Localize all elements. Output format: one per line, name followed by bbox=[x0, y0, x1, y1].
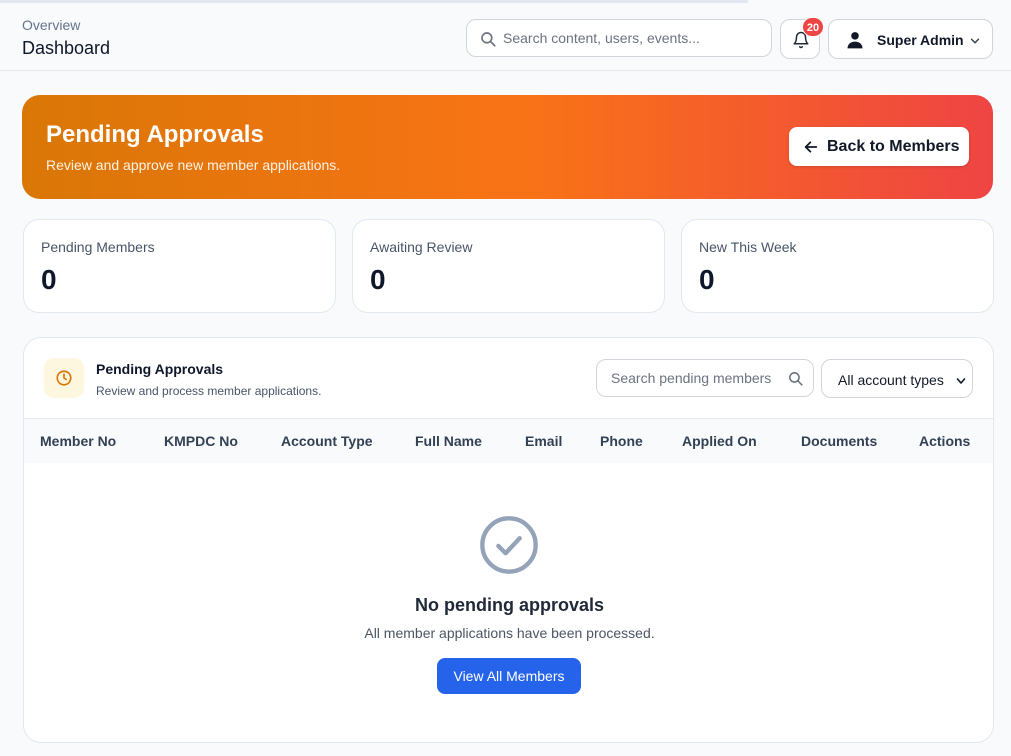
pending-search-input[interactable] bbox=[611, 360, 781, 396]
banner-subtitle: Review and approve new member applicatio… bbox=[46, 157, 341, 173]
chevron-down-icon bbox=[970, 38, 980, 44]
check-circle-icon bbox=[480, 516, 538, 574]
global-search-input[interactable] bbox=[503, 20, 765, 56]
arrow-left-icon bbox=[804, 141, 818, 153]
back-to-members-button[interactable]: Back to Members bbox=[789, 127, 969, 166]
back-to-members-label: Back to Members bbox=[827, 138, 960, 155]
column-header-email[interactable]: Email bbox=[525, 433, 562, 449]
column-header-kmpdc-no[interactable]: KMPDC No bbox=[164, 433, 238, 449]
stat-label: Awaiting Review bbox=[370, 239, 473, 255]
user-icon bbox=[847, 32, 863, 49]
pending-search[interactable] bbox=[596, 359, 814, 397]
panel-title: Pending Approvals bbox=[96, 361, 224, 377]
clock-icon bbox=[56, 370, 72, 386]
page-title: Dashboard bbox=[22, 38, 111, 58]
notification-count-badge: 20 bbox=[802, 17, 824, 37]
user-menu[interactable]: Super Admin bbox=[828, 19, 993, 59]
user-name: Super Admin bbox=[877, 32, 964, 48]
table-header: Member No KMPDC No Account Type Full Nam… bbox=[24, 418, 993, 463]
chevron-down-icon bbox=[956, 378, 966, 384]
column-header-documents[interactable]: Documents bbox=[801, 433, 877, 449]
stat-value: 0 bbox=[699, 264, 715, 295]
breadcrumb: Overview bbox=[22, 17, 81, 33]
empty-state-title: No pending approvals bbox=[414, 595, 605, 615]
search-icon bbox=[789, 372, 803, 386]
stat-card-new-this-week: New This Week 0 bbox=[681, 219, 994, 313]
column-header-actions[interactable]: Actions bbox=[919, 433, 970, 449]
stat-label: New This Week bbox=[699, 239, 797, 255]
column-header-phone[interactable]: Phone bbox=[600, 433, 643, 449]
pending-approvals-panel: Pending Approvals Review and process mem… bbox=[23, 337, 994, 743]
banner-title: Pending Approvals bbox=[46, 121, 264, 148]
column-header-full-name[interactable]: Full Name bbox=[415, 433, 482, 449]
account-type-filter-value: All account types bbox=[838, 372, 944, 388]
stat-card-awaiting-review: Awaiting Review 0 bbox=[352, 219, 665, 313]
stat-card-pending-members: Pending Members 0 bbox=[23, 219, 336, 313]
view-all-members-button[interactable]: View All Members bbox=[437, 658, 581, 694]
column-header-applied-on[interactable]: Applied On bbox=[682, 433, 757, 449]
empty-state-subtitle: All member applications have been proces… bbox=[364, 625, 655, 641]
column-header-account-type[interactable]: Account Type bbox=[281, 433, 373, 449]
top-header: Overview Dashboard 20 Super Admin bbox=[0, 3, 1011, 71]
stat-value: 0 bbox=[41, 264, 57, 295]
global-search[interactable] bbox=[466, 19, 772, 57]
search-icon bbox=[481, 32, 496, 47]
column-header-member-no[interactable]: Member No bbox=[40, 433, 116, 449]
page-banner: Pending Approvals Review and approve new… bbox=[22, 95, 993, 199]
account-type-filter[interactable]: All account types bbox=[821, 359, 973, 398]
panel-icon-box bbox=[44, 358, 84, 398]
panel-subtitle: Review and process member applications. bbox=[96, 384, 322, 398]
stat-value: 0 bbox=[370, 264, 386, 295]
stat-label: Pending Members bbox=[41, 239, 155, 255]
